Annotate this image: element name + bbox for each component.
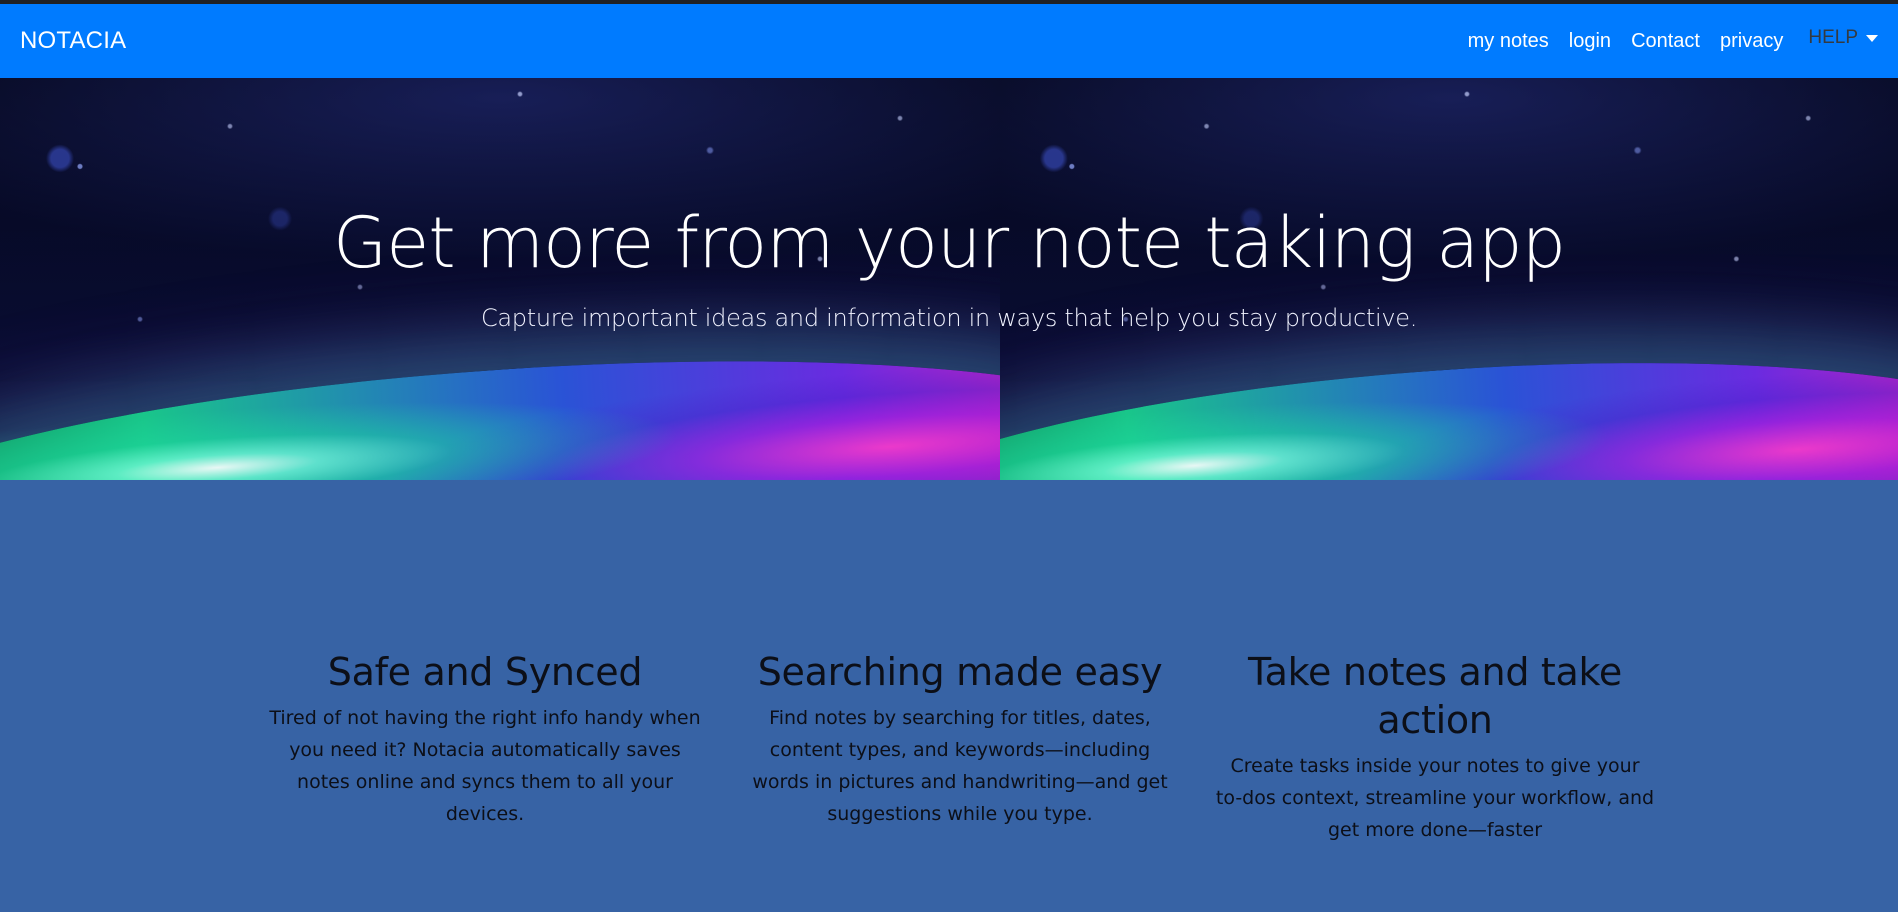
nav-link-privacy[interactable]: privacy bbox=[1720, 30, 1783, 53]
feature-safe-and-synced: Safe and Synced Tired of not having the … bbox=[265, 648, 705, 830]
help-dropdown-label: HELP bbox=[1808, 27, 1858, 48]
feature-searching-made-easy: Searching made easy Find notes by search… bbox=[740, 648, 1180, 830]
nav-link-login[interactable]: login bbox=[1569, 30, 1611, 53]
feature-take-notes: Take notes and take action Create tasks … bbox=[1215, 648, 1655, 846]
brand-logo[interactable]: NOTACIA bbox=[20, 27, 126, 55]
caret-down-icon bbox=[1866, 34, 1878, 42]
feature-title: Searching made easy bbox=[757, 650, 1163, 694]
feature-title: Safe and Synced bbox=[327, 650, 643, 694]
navbar: NOTACIA my notes login Contact privacy H… bbox=[0, 4, 1898, 78]
hero-text: Get more from your note taking app Captu… bbox=[0, 78, 1898, 480]
feature-title: Take notes and take action bbox=[1248, 650, 1622, 742]
hero-banner: Get more from your note taking app Captu… bbox=[0, 78, 1898, 480]
hero-subtitle: Capture important ideas and information … bbox=[480, 304, 1418, 332]
nav-link-my-notes[interactable]: my notes bbox=[1468, 30, 1549, 53]
nav-link-contact[interactable]: Contact bbox=[1631, 30, 1700, 53]
hero-title: Get more from your note taking app bbox=[332, 202, 1566, 284]
feature-description: Find notes by searching for titles, date… bbox=[752, 707, 1168, 825]
nav-links: my notes login Contact privacy HELP bbox=[1448, 4, 1878, 78]
features-section: Safe and Synced Tired of not having the … bbox=[0, 480, 1898, 912]
feature-description: Tired of not having the right info handy… bbox=[269, 707, 701, 825]
feature-description: Create tasks inside your notes to give y… bbox=[1215, 755, 1655, 841]
help-dropdown[interactable]: HELP bbox=[1808, 27, 1878, 49]
